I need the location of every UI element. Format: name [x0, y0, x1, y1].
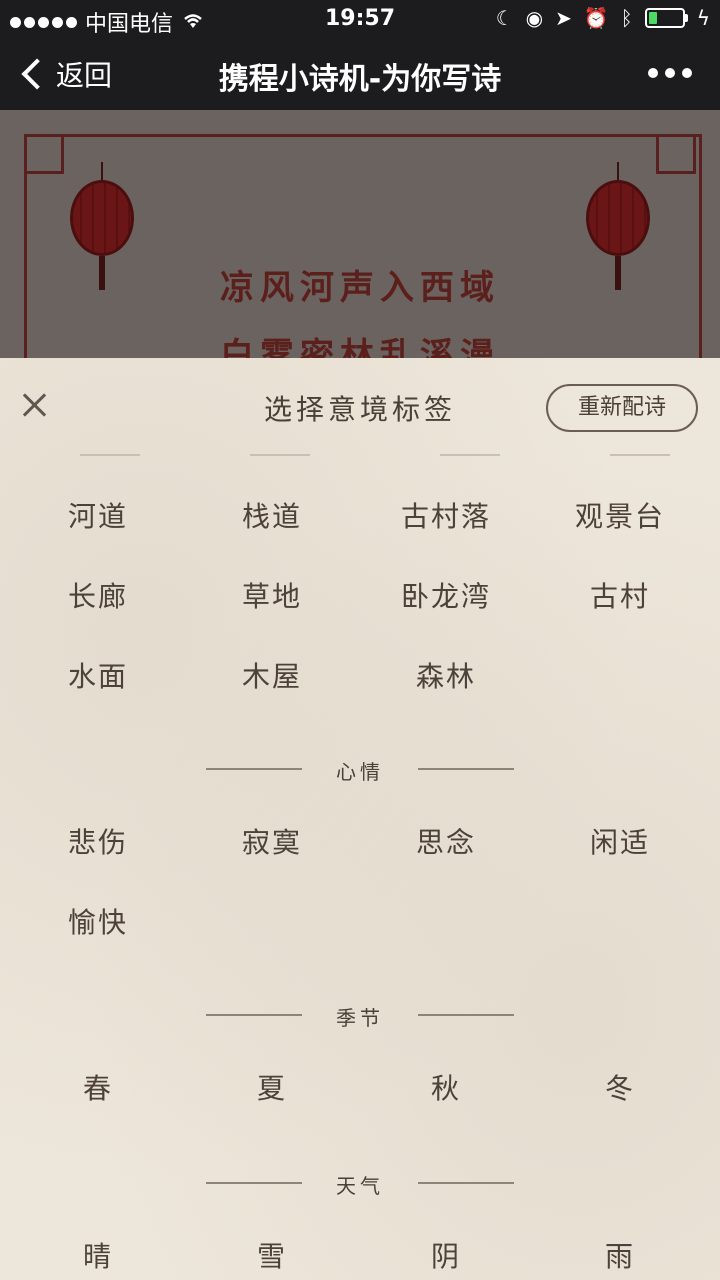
tag-scene[interactable]: 古村落 — [378, 494, 514, 540]
tag-scene[interactable]: 水面 — [30, 654, 166, 700]
tag-scene[interactable]: 栈道 — [204, 494, 340, 540]
status-bar: 中国电信 19:57 ☾ ◉ ➤ ⏰ ᛒ ϟ — [0, 0, 720, 38]
section-header-weather: 天气 — [0, 1168, 720, 1198]
tag-selection-sheet: 选择意境标签 重新配诗 河道 栈道 古村落 观景台 长廊 草地 卧龙湾 古村 水… — [0, 358, 720, 1280]
tag-season[interactable]: 秋 — [378, 1066, 514, 1112]
tag-season[interactable]: 夏 — [204, 1066, 340, 1112]
tag-mood[interactable]: 闲适 — [552, 820, 688, 866]
more-button[interactable] — [648, 68, 692, 78]
page-title: 携程小诗机-为你写诗 — [218, 62, 502, 97]
tag-mood[interactable]: 悲伤 — [30, 820, 166, 866]
section-header-mood: 心情 — [0, 754, 720, 784]
tag-weather[interactable]: 晴 — [30, 1234, 166, 1280]
tag-scene[interactable]: 森林 — [378, 654, 514, 700]
tag-scene[interactable]: 草地 — [204, 574, 340, 620]
tag-scene[interactable]: 卧龙湾 — [378, 574, 514, 620]
rotation-lock-icon: ◉ — [525, 6, 544, 30]
sheet-header: 选择意境标签 重新配诗 — [0, 358, 720, 458]
tag-weather[interactable]: 雪 — [204, 1234, 340, 1280]
tag-weather[interactable]: 阴 — [378, 1234, 514, 1280]
section-label: 季节 — [336, 1006, 384, 1030]
poem-line-2: 白雾密林乱溪漫 — [220, 336, 500, 358]
rematch-button[interactable]: 重新配诗 — [546, 384, 698, 432]
tag-season[interactable]: 冬 — [552, 1066, 688, 1112]
tag-scene[interactable]: 河道 — [30, 494, 166, 540]
tag-scene[interactable]: 长廊 — [30, 574, 166, 620]
moon-icon: ☾ — [495, 6, 514, 30]
battery-icon — [644, 8, 688, 28]
nav-bar: 返回 携程小诗机-为你写诗 — [0, 38, 720, 110]
poem-line-1: 凉风河声入西域 — [220, 268, 500, 308]
tag-mood[interactable]: 愉快 — [30, 900, 166, 946]
poem-background: 凉风河声入西域 白雾密林乱溪漫 — [0, 110, 720, 358]
section-label: 心情 — [336, 760, 384, 784]
bluetooth-icon: ᛒ — [620, 6, 633, 30]
section-divider — [0, 454, 720, 460]
charging-icon: ϟ — [696, 6, 710, 30]
more-dot-icon — [648, 68, 658, 78]
tag-scene[interactable]: 古村 — [552, 574, 688, 620]
status-right: ☾ ◉ ➤ ⏰ ᛒ ϟ — [496, 6, 710, 30]
frame-corner-ornament — [656, 134, 696, 174]
tag-scene[interactable]: 观景台 — [552, 494, 688, 540]
tag-mood[interactable]: 思念 — [378, 820, 514, 866]
tag-scene[interactable]: 木屋 — [204, 654, 340, 700]
alarm-icon: ⏰ — [583, 6, 609, 30]
tag-season[interactable]: 春 — [30, 1066, 166, 1112]
section-label: 天气 — [336, 1174, 384, 1198]
section-header-season: 季节 — [0, 1000, 720, 1030]
tag-weather[interactable]: 雨 — [552, 1234, 688, 1280]
frame-corner-ornament — [24, 134, 64, 174]
tag-mood[interactable]: 寂寞 — [204, 820, 340, 866]
location-icon: ➤ — [555, 6, 572, 30]
